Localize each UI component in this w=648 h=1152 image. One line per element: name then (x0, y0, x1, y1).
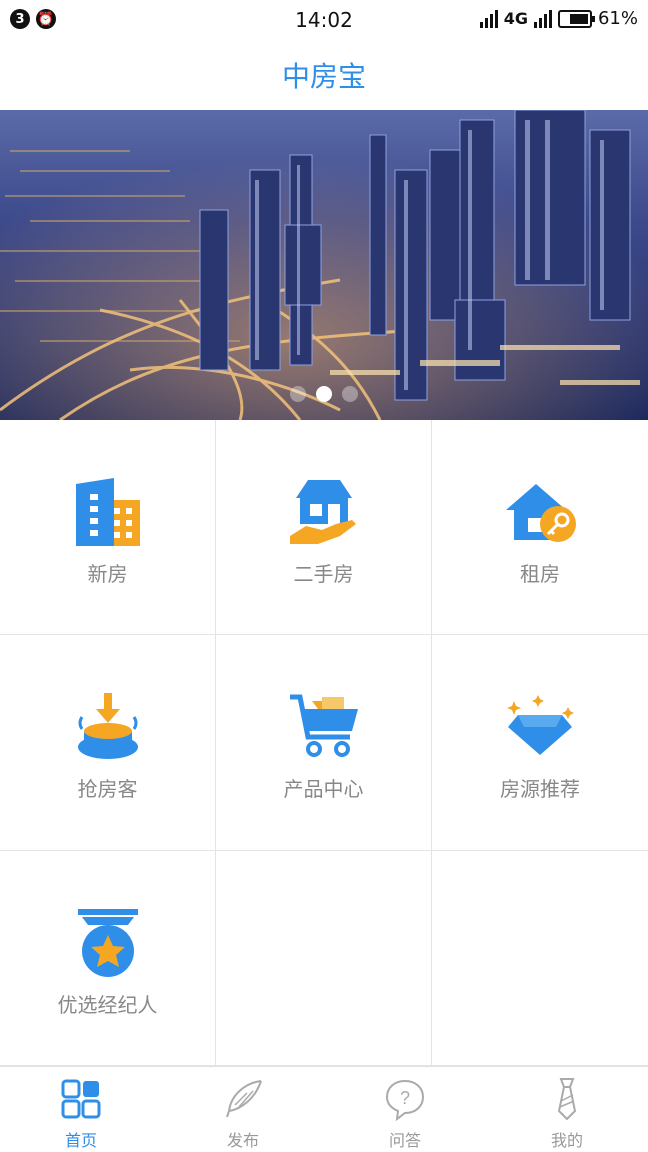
tab-publish[interactable]: 发布 (162, 1067, 324, 1152)
cart-icon (284, 687, 364, 767)
menu-item-label: 产品中心 (283, 777, 364, 801)
feature-grid: 新房 二手房 租房 抢房客 产品中心 房源推荐 优选经纪人 (0, 420, 648, 1066)
building-icon (68, 472, 148, 552)
menu-item-second-hand[interactable]: 二手房 (216, 420, 432, 635)
tab-label: 问答 (388, 1131, 421, 1150)
signal-icon (479, 9, 498, 28)
status-bar: 3 ⏰ 14:02 4G 61% (0, 0, 648, 40)
home-grid-icon (61, 1079, 101, 1119)
tab-mine[interactable]: 我的 (486, 1067, 648, 1152)
tab-label: 首页 (64, 1131, 97, 1150)
menu-item-label: 二手房 (293, 562, 354, 586)
menu-item-agents[interactable]: 优选经纪人 (0, 851, 216, 1066)
menu-item-label: 优选经纪人 (57, 993, 158, 1017)
tie-icon (557, 1078, 577, 1121)
tab-home[interactable]: 首页 (0, 1067, 162, 1152)
house-hand-icon (284, 472, 364, 552)
bottom-tab-bar: 首页 发布 ? 问答 我的 (0, 1066, 648, 1152)
menu-item-label: 抢房客 (77, 777, 138, 801)
empty-cell (432, 851, 648, 1066)
menu-item-label: 房源推荐 (500, 777, 580, 801)
house-key-icon (500, 472, 580, 552)
feather-icon (226, 1080, 262, 1118)
menu-item-label: 租房 (520, 562, 560, 586)
carousel-dot[interactable] (342, 386, 358, 402)
diamond-icon (500, 687, 580, 767)
svg-text:?: ? (400, 1088, 410, 1108)
menu-item-rent[interactable]: 租房 (432, 420, 648, 635)
menu-item-recommended[interactable]: 房源推荐 (432, 635, 648, 851)
battery-icon (557, 9, 595, 28)
menu-item-label: 新房 (87, 562, 128, 586)
tab-label: 我的 (550, 1131, 583, 1150)
city-skyline-image (0, 110, 648, 420)
carousel-dot-active[interactable] (316, 386, 332, 402)
battery-level: 61% (597, 8, 638, 29)
menu-item-grab-client[interactable]: 抢房客 (0, 635, 216, 851)
carousel-dot[interactable] (290, 386, 306, 402)
banner-carousel[interactable] (0, 110, 648, 420)
menu-item-products[interactable]: 产品中心 (216, 635, 432, 851)
page-title: 中房宝 (281, 61, 366, 92)
carousel-indicator (0, 386, 648, 402)
empty-cell (216, 851, 432, 1066)
grab-button-icon (68, 687, 148, 767)
menu-item-new-house[interactable]: 新房 (0, 420, 216, 635)
signal-icon-2 (533, 9, 552, 28)
medal-icon (68, 903, 148, 983)
tab-qa[interactable]: ? 问答 (324, 1067, 486, 1152)
network-type: 4G (503, 9, 528, 28)
tab-label: 发布 (226, 1131, 259, 1150)
question-bubble-icon: ? (385, 1079, 425, 1121)
